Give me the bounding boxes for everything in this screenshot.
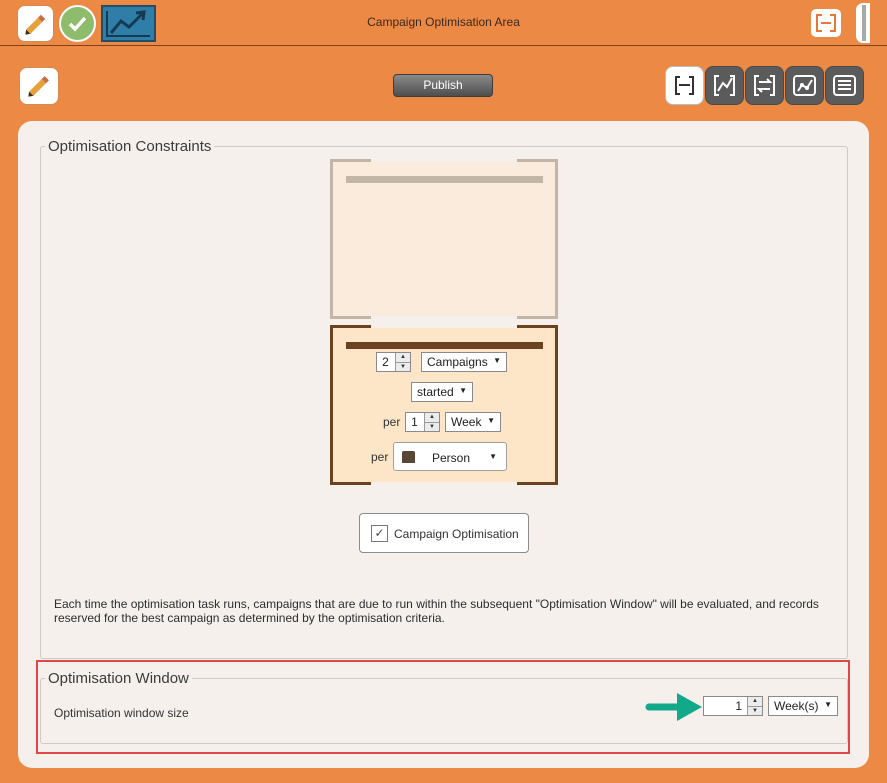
constraints-legend: Optimisation Constraints [48,138,212,155]
dropdown-caret-icon: ▼ [493,356,501,365]
period-value: 1 [411,415,418,429]
scatter-chart-icon[interactable] [785,66,824,105]
count-value: 2 [382,355,389,369]
description-text: Each time the optimisation task runs, ca… [54,597,819,625]
status-select[interactable]: started ▼ [411,382,473,402]
stepper-down-icon[interactable]: ▼ [425,422,439,431]
trend-chart-icon[interactable] [101,5,156,42]
focus-bracket-icon[interactable] [811,9,841,37]
card-header-bar [346,342,543,349]
entity-select[interactable]: Campaigns ▼ [421,352,507,372]
count-stepper[interactable]: 2 ▲ ▼ [376,352,411,372]
dropdown-caret-icon: ▼ [487,416,495,425]
app-title: Campaign Optimisation Area [367,15,520,29]
title-bar: Campaign Optimisation Area [0,0,887,46]
collapse-handle[interactable] [856,3,870,43]
campaign-optimisation-toggle[interactable]: ✓ Campaign Optimisation [359,513,529,553]
dropdown-caret-icon: ▼ [489,452,497,461]
line-chart-icon[interactable] [705,66,744,105]
audience-select[interactable]: Person ▼ [393,442,507,471]
publish-button[interactable]: Publish [393,74,493,97]
bracket-view-icon[interactable] [665,66,704,105]
list-icon[interactable] [825,66,864,105]
cycle-icon[interactable] [745,66,784,105]
stepper-down-icon[interactable]: ▼ [396,362,410,371]
highlight-box [36,660,850,754]
stepper-up-icon[interactable]: ▲ [396,353,410,362]
period-stepper[interactable]: 1 ▲ ▼ [405,412,440,432]
check-icon[interactable] [59,5,96,42]
edit-pencil-icon[interactable] [19,67,59,105]
period-unit-select[interactable]: Week ▼ [445,412,501,432]
empty-constraint-card[interactable] [330,158,558,320]
person-icon [402,451,415,463]
checkbox-checked-icon[interactable]: ✓ [371,525,388,542]
pencil-icon[interactable] [17,5,54,42]
dropdown-caret-icon: ▼ [459,386,467,395]
per-label-2: per [371,450,389,464]
card-header-bar [346,176,543,183]
app-window: Campaign Optimisation Area Publish Optim… [0,0,887,783]
stepper-up-icon[interactable]: ▲ [425,413,439,422]
per-label: per [383,415,401,429]
